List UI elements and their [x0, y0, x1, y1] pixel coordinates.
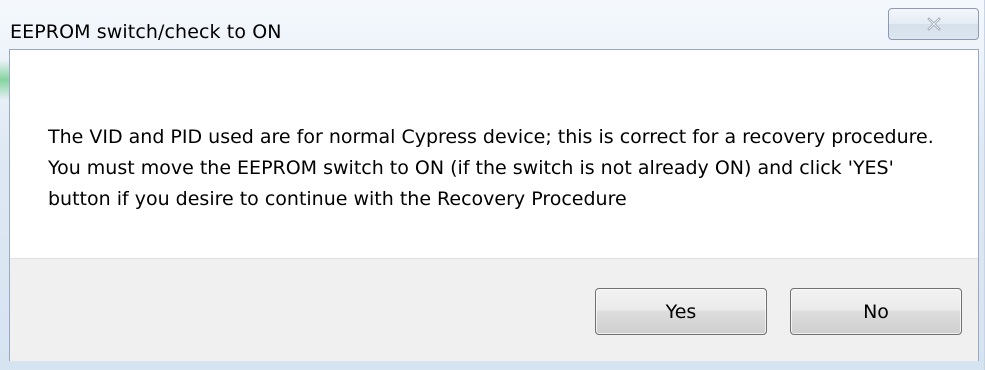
- dialog-message: The VID and PID used are for normal Cypr…: [48, 126, 934, 210]
- no-button[interactable]: No: [790, 288, 962, 335]
- dialog-title: EEPROM switch/check to ON: [10, 21, 282, 43]
- close-button[interactable]: [888, 8, 979, 40]
- dialog-content: The VID and PID used are for normal Cypr…: [9, 49, 979, 361]
- dialog-window: EEPROM switch/check to ON The VID and PI…: [0, 0, 985, 370]
- close-icon: [926, 17, 942, 31]
- dialog-button-bar: Yes No: [10, 258, 978, 361]
- yes-button[interactable]: Yes: [595, 288, 767, 335]
